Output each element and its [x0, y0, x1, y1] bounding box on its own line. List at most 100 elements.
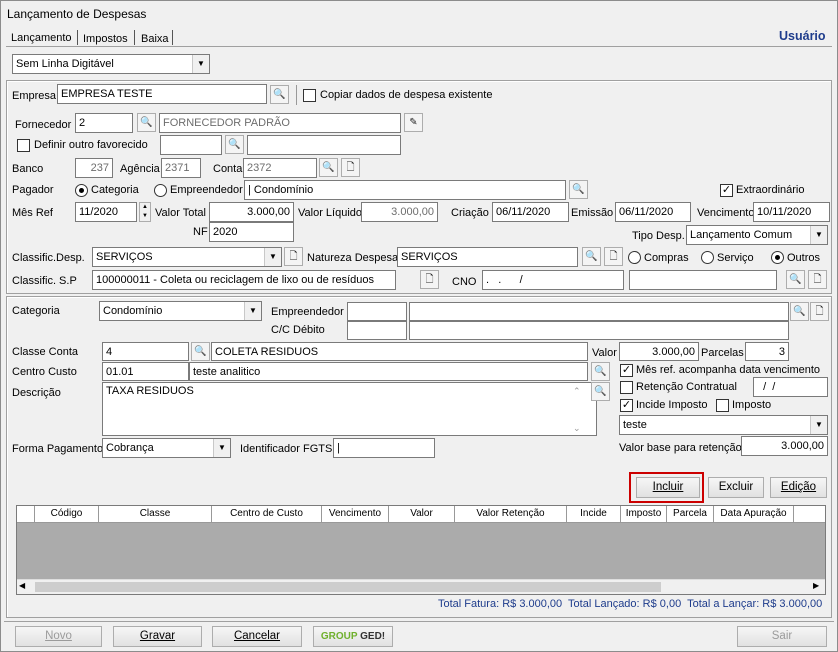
radio-compras[interactable]: [628, 251, 641, 264]
incluir-button[interactable]: Incluir: [636, 477, 700, 498]
tab-baixa[interactable]: Baixa: [141, 33, 169, 46]
items-grid[interactable]: Código Classe Centro de Custo Vencimento…: [16, 505, 826, 595]
banco-field[interactable]: 237: [75, 158, 113, 178]
new-doc-icon[interactable]: 🗋: [604, 247, 623, 266]
conta-field[interactable]: 2372: [243, 158, 317, 178]
retencao-date[interactable]: / /: [753, 377, 828, 397]
binoculars-icon[interactable]: 🔍: [569, 180, 588, 199]
grid-header-cell[interactable]: Imposto: [621, 506, 667, 522]
grid-header-cell[interactable]: Código: [35, 506, 99, 522]
binoculars-icon[interactable]: 🔍: [786, 270, 805, 289]
imposto-select[interactable]: teste ▼: [619, 415, 828, 435]
nf-field[interactable]: 2020: [209, 222, 294, 242]
pagador-categoria-radio[interactable]: [75, 184, 88, 197]
extraordinario-checkbox[interactable]: ✓: [720, 184, 733, 197]
valor-field[interactable]: 3.000,00: [619, 342, 699, 361]
vencimento-field[interactable]: 10/11/2020: [753, 202, 830, 222]
scroll-thumb[interactable]: [35, 582, 661, 592]
fornecedor-code[interactable]: 2: [75, 113, 133, 133]
group-ged-button[interactable]: GROUP GED!: [313, 626, 393, 647]
spin-updown-icon[interactable]: ▲ ▼: [139, 202, 151, 222]
fornecedor-name[interactable]: FORNECEDOR PADRÃO: [159, 113, 401, 133]
binoculars-icon[interactable]: 🔍: [790, 302, 809, 321]
classe-code[interactable]: 4: [102, 342, 189, 361]
valor-liquido-field[interactable]: 3.000,00: [361, 202, 438, 222]
parcelas-field[interactable]: 3: [745, 342, 789, 361]
grid-header-cell[interactable]: Vencimento: [322, 506, 389, 522]
criacao-field[interactable]: 06/11/2020: [492, 202, 569, 222]
classe-name[interactable]: COLETA RESIDUOS: [211, 342, 588, 361]
tab-impostos[interactable]: Impostos: [83, 33, 128, 46]
grid-header-cell[interactable]: Classe: [99, 506, 212, 522]
radio-outros[interactable]: [771, 251, 784, 264]
centro-name[interactable]: teste analitico: [189, 362, 588, 381]
novo-button[interactable]: Novo: [15, 626, 102, 647]
scroll-left-icon[interactable]: ◀: [19, 581, 25, 590]
scroll-down-icon[interactable]: ⌄: [573, 422, 581, 435]
valor-total-field[interactable]: 3.000,00: [209, 202, 294, 222]
retencao-checkbox[interactable]: [620, 381, 633, 394]
cno-field[interactable]: . . /: [482, 270, 624, 290]
emissao-field[interactable]: 06/11/2020: [615, 202, 691, 222]
grid-header-cell[interactable]: Valor: [389, 506, 455, 522]
binoculars-icon[interactable]: 🔍: [319, 158, 338, 177]
cancelar-button[interactable]: Cancelar: [212, 626, 302, 647]
mesref-field[interactable]: 11/2020: [75, 202, 137, 222]
grid-header-cell[interactable]: Incide: [567, 506, 621, 522]
new-doc-icon[interactable]: 🗋: [284, 247, 303, 266]
binoculars-icon[interactable]: 🔍: [591, 362, 610, 381]
binoculars-icon[interactable]: 🔍: [270, 85, 289, 104]
forma-pagamento-select[interactable]: Cobrança ▼: [102, 438, 231, 458]
horizontal-scrollbar[interactable]: ◀ ▶: [17, 579, 825, 594]
binoculars-icon[interactable]: 🔍: [591, 382, 610, 401]
cno-name-field[interactable]: [629, 270, 777, 290]
excluir-button[interactable]: Excluir: [708, 477, 764, 498]
empreendedor-code[interactable]: [347, 302, 407, 321]
descricao-field[interactable]: TAXA RESIDUOS: [102, 382, 597, 436]
tab-lancamento[interactable]: Lançamento: [11, 32, 72, 45]
grid-header-cell[interactable]: Data Apuração: [714, 506, 794, 522]
grid-header-cell[interactable]: Valor Retenção: [455, 506, 567, 522]
binoculars-icon[interactable]: 🔍: [225, 135, 244, 154]
favorecido-code[interactable]: [160, 135, 222, 155]
edit-record-icon[interactable]: ✎: [404, 113, 423, 132]
classif-desp-select[interactable]: SERVIÇOS ▼: [92, 247, 282, 267]
binoculars-icon[interactable]: 🔍: [582, 247, 601, 266]
scroll-up-icon[interactable]: ⌃: [573, 385, 581, 398]
classif-sp-field[interactable]: 100000011 - Coleta ou reciclagem de lixo…: [92, 270, 396, 290]
binoculars-icon[interactable]: 🔍: [137, 113, 156, 132]
cc-debito-code[interactable]: [347, 321, 407, 340]
linha-digitavel-select[interactable]: Sem Linha Digitável ▼: [12, 54, 210, 74]
grid-header-cell[interactable]: Parcela: [667, 506, 714, 522]
empresa-field[interactable]: EMPRESA TESTE: [57, 84, 267, 104]
valor-base-field[interactable]: 3.000,00: [741, 436, 828, 456]
tipo-desp-select[interactable]: Lançamento Comum ▼: [686, 225, 828, 245]
favorecido-name[interactable]: [247, 135, 401, 155]
new-doc-icon[interactable]: 🗋: [341, 158, 360, 177]
gravar-button[interactable]: Gravar: [113, 626, 202, 647]
new-doc-icon[interactable]: 🗋: [810, 302, 829, 321]
pagador-field[interactable]: | Condomínio: [244, 180, 566, 200]
mesref-venc-checkbox[interactable]: ✓: [620, 364, 633, 377]
copy-checkbox[interactable]: [303, 89, 316, 102]
categoria-select[interactable]: Condomínio ▼: [99, 301, 262, 321]
agencia-field[interactable]: 2371: [161, 158, 201, 178]
cc-debito-name[interactable]: [409, 321, 789, 340]
pagador-empreendedor-radio[interactable]: [154, 184, 167, 197]
new-doc-icon[interactable]: 🗋: [420, 270, 439, 289]
grid-header-cell[interactable]: [17, 506, 35, 523]
new-doc-icon[interactable]: 🗋: [808, 270, 827, 289]
incide-checkbox[interactable]: ✓: [620, 399, 633, 412]
scroll-right-icon[interactable]: ▶: [813, 581, 819, 590]
edicao-button[interactable]: Edição: [770, 477, 827, 498]
empreendedor-name[interactable]: [409, 302, 789, 321]
imposto-checkbox[interactable]: [716, 399, 729, 412]
natureza-field[interactable]: SERVIÇOS: [397, 247, 578, 267]
centro-code[interactable]: 01.01: [102, 362, 189, 381]
sair-button[interactable]: Sair: [737, 626, 827, 647]
favorecido-checkbox[interactable]: [17, 139, 30, 152]
binoculars-icon[interactable]: 🔍: [191, 342, 210, 361]
grid-header-cell[interactable]: Centro de Custo: [212, 506, 322, 522]
radio-servico[interactable]: [701, 251, 714, 264]
fgts-field[interactable]: |: [333, 438, 435, 458]
